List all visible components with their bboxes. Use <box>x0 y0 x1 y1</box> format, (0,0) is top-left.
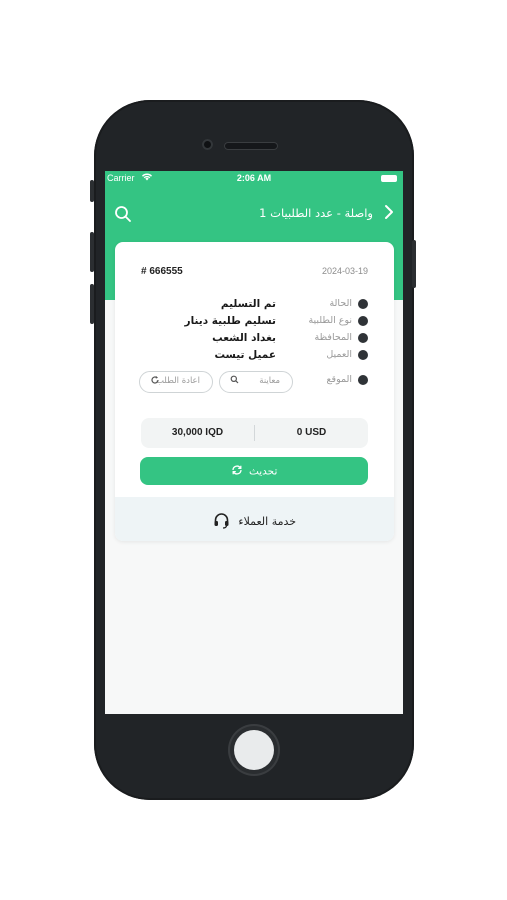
battery-icon <box>381 175 397 182</box>
reload-icon <box>150 375 160 388</box>
amount-summary: 30,000 IQD 0 USD <box>141 418 368 448</box>
field-value: تسليم طلبية دينار <box>184 315 276 327</box>
volume-up-button <box>90 232 94 272</box>
preview-label: معاينة <box>259 376 280 386</box>
order-card[interactable]: # 666555 2024-03-19 الحالة تم التسليم نو… <box>115 242 394 541</box>
map-icon <box>358 375 368 385</box>
search-icon <box>230 375 239 387</box>
field-customer: العميل عميل تيست <box>138 349 368 363</box>
field-status: الحالة تم التسليم <box>138 298 368 312</box>
refresh-icon <box>231 464 243 479</box>
field-label: العميل <box>326 349 352 360</box>
field-label: الحالة <box>329 298 352 309</box>
page-title: واصلة - عدد الطلبيات 1 <box>259 206 373 220</box>
order-number: # 666555 <box>141 266 183 277</box>
front-camera <box>202 139 213 150</box>
field-value: عميل تيست <box>214 349 276 361</box>
app-screen: Carrier 2:06 AM واصلة - عدد الطلبيات 1 #… <box>105 171 403 714</box>
field-value: بغداد الشعب <box>212 332 276 344</box>
navbar: واصلة - عدد الطلبيات 1 <box>105 201 403 227</box>
volume-down-button <box>90 284 94 324</box>
preview-button[interactable]: معاينة <box>219 371 293 393</box>
package-icon <box>358 316 368 326</box>
status-bar: Carrier 2:06 AM <box>105 171 403 187</box>
headset-icon <box>213 512 230 532</box>
power-button <box>412 240 416 288</box>
field-label: الموقع <box>326 374 352 385</box>
back-arrow-icon[interactable] <box>383 204 395 224</box>
home-button[interactable] <box>228 724 280 776</box>
amount-iqd: 30,000 IQD <box>171 427 224 438</box>
refresh-label: تحديث <box>140 464 368 479</box>
field-governorate: المحافظة بغداد الشعب <box>138 332 368 346</box>
mute-switch <box>90 180 94 202</box>
field-label: نوع الطلبية <box>308 315 352 326</box>
earpiece-speaker <box>224 142 278 150</box>
support-label: خدمة العملاء <box>115 512 394 532</box>
field-order-type: نوع الطلبية تسليم طلبية دينار <box>138 315 368 329</box>
reorder-label: اعادة الطلب <box>155 376 200 386</box>
amount-usd: 0 USD <box>296 427 327 438</box>
check-circle-icon <box>358 299 368 309</box>
search-icon[interactable] <box>114 205 132 223</box>
customer-support-bar[interactable]: خدمة العملاء <box>115 497 394 541</box>
reorder-button[interactable]: اعادة الطلب <box>139 371 213 393</box>
user-icon <box>358 350 368 360</box>
field-value: تم التسليم <box>220 298 276 310</box>
refresh-button[interactable]: تحديث <box>140 457 368 485</box>
status-time: 2:06 AM <box>236 173 272 183</box>
field-label: المحافظة <box>314 332 352 343</box>
order-date: 2024-03-19 <box>321 266 368 276</box>
location-pin-icon <box>358 333 368 343</box>
